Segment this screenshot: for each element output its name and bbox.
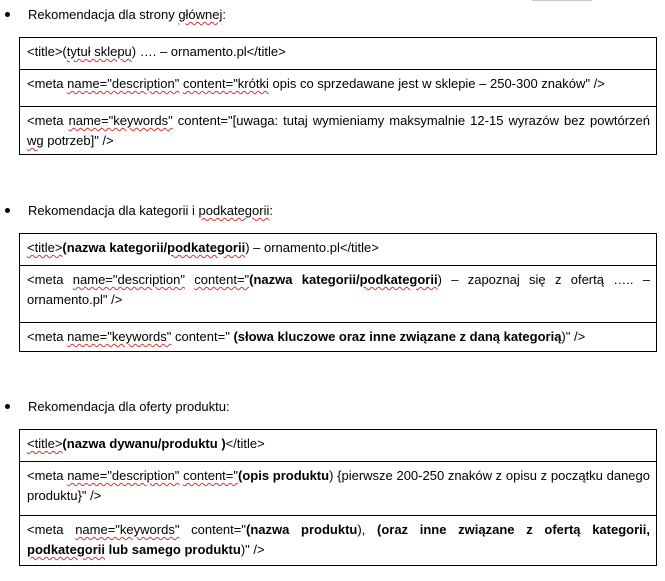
top-rule xyxy=(532,0,592,1)
table-category: <title>(nazwa kategorii/podkategorii) – … xyxy=(19,233,657,352)
section-title-text: Rekomendacja dla kategorii i podkategori… xyxy=(28,203,273,218)
row-meta-keywords: <meta name="keywords" content="(nazwa pr… xyxy=(20,515,656,565)
section-title-text: Rekomendacja dla oferty produktu: xyxy=(28,399,230,414)
row-title-tag: <title>(tytuł sklepu) …. – ornamento.pl<… xyxy=(27,44,286,59)
section-title-category: Rekomendacja dla kategorii i podkategori… xyxy=(5,202,273,219)
row-meta-description: <meta name="description" content="(nazwa… xyxy=(20,265,656,322)
table-home: <title>(tytuł sklepu) …. – ornamento.pl<… xyxy=(19,37,657,155)
bullet-icon xyxy=(5,208,10,213)
section-title-home: Rekomendacja dla strony głównej: xyxy=(5,6,226,23)
bullet-icon xyxy=(5,404,10,409)
row-meta-keywords: <meta name="keywords" content="[uwaga: t… xyxy=(20,106,656,154)
table-product: <title>(nazwa dywanu/produktu )</title> … xyxy=(19,429,657,566)
row-title-tag: <title>(nazwa kategorii/podkategorii) – … xyxy=(27,240,379,255)
row-meta-keywords: <meta name="keywords" content=" (słowa k… xyxy=(20,322,656,351)
row-meta-description: <meta name="description" content="krótki… xyxy=(20,69,656,106)
section-title-product: Rekomendacja dla oferty produktu: xyxy=(5,398,230,415)
row-title-tag: <title>(nazwa dywanu/produktu )</title> xyxy=(27,436,265,451)
section-title-text: Rekomendacja dla strony głównej: xyxy=(28,7,227,22)
row-meta-description: <meta name="description" content="(opis … xyxy=(20,461,656,515)
bullet-icon xyxy=(5,12,10,17)
